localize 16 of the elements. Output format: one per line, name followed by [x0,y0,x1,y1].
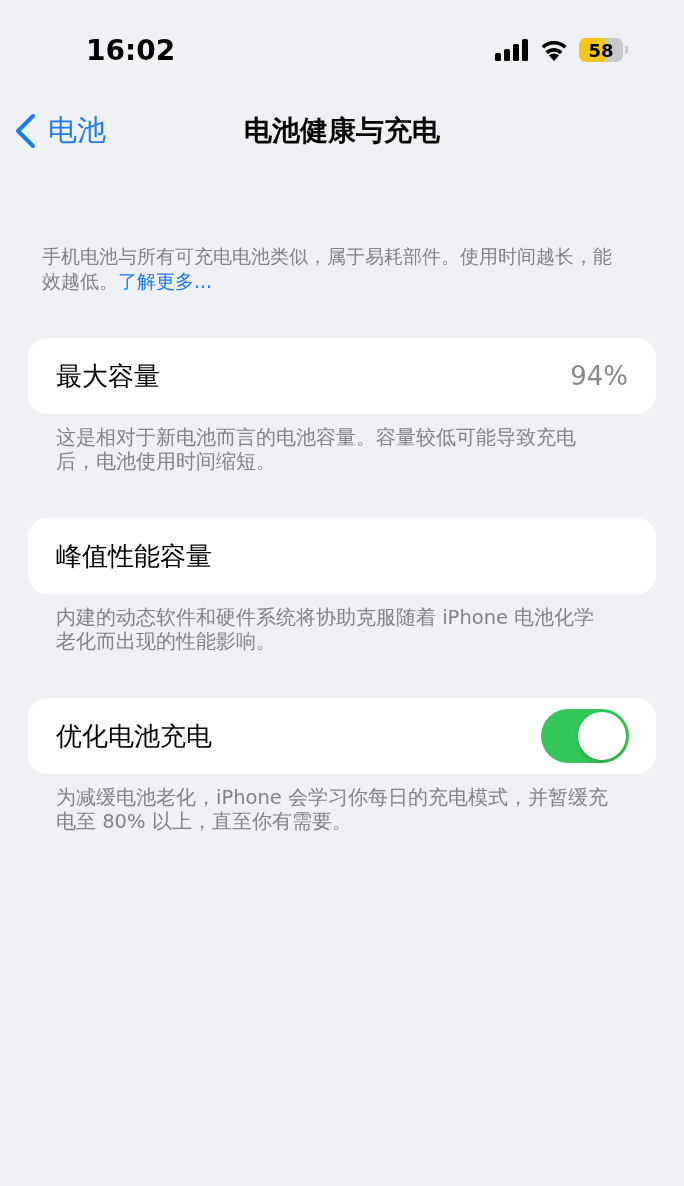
footer-text: 内建的动态软件和硬件系统将协助克服随着 iPhone 电池化学老化而出现的性能影响。 [56,606,596,654]
back-button[interactable]: 电池 [14,111,106,151]
intro-text: 手机电池与所有可充电电池类似，属于易耗部件。使用时间越长，能效越低。了解更多... [42,244,613,294]
signal-icon [495,39,529,61]
page-title: 电池健康与充电 [244,113,440,149]
row-label: 优化电池充电 [56,719,213,753]
footer-text: 为减缓电池老化，iPhone 会学习你每日的充电模式，并暂缓充电至 80% 以上，直至你有需要。 [56,786,610,834]
row-label: 最大容量 [56,359,161,393]
back-chevron-icon [14,113,36,149]
clock-time: 16:02 [86,33,177,67]
toggle-switch[interactable] [541,709,629,763]
row-value: 94% [570,361,628,391]
row-label: 峰值性能容量 [56,539,213,573]
footer-text: 这是相对于新电池而言的电池容量。容量较低可能导致充电后，电池使用时间缩短。 [56,426,577,474]
learn-more-link[interactable]: 了解更多... [118,270,213,292]
wifi-icon [539,39,569,61]
